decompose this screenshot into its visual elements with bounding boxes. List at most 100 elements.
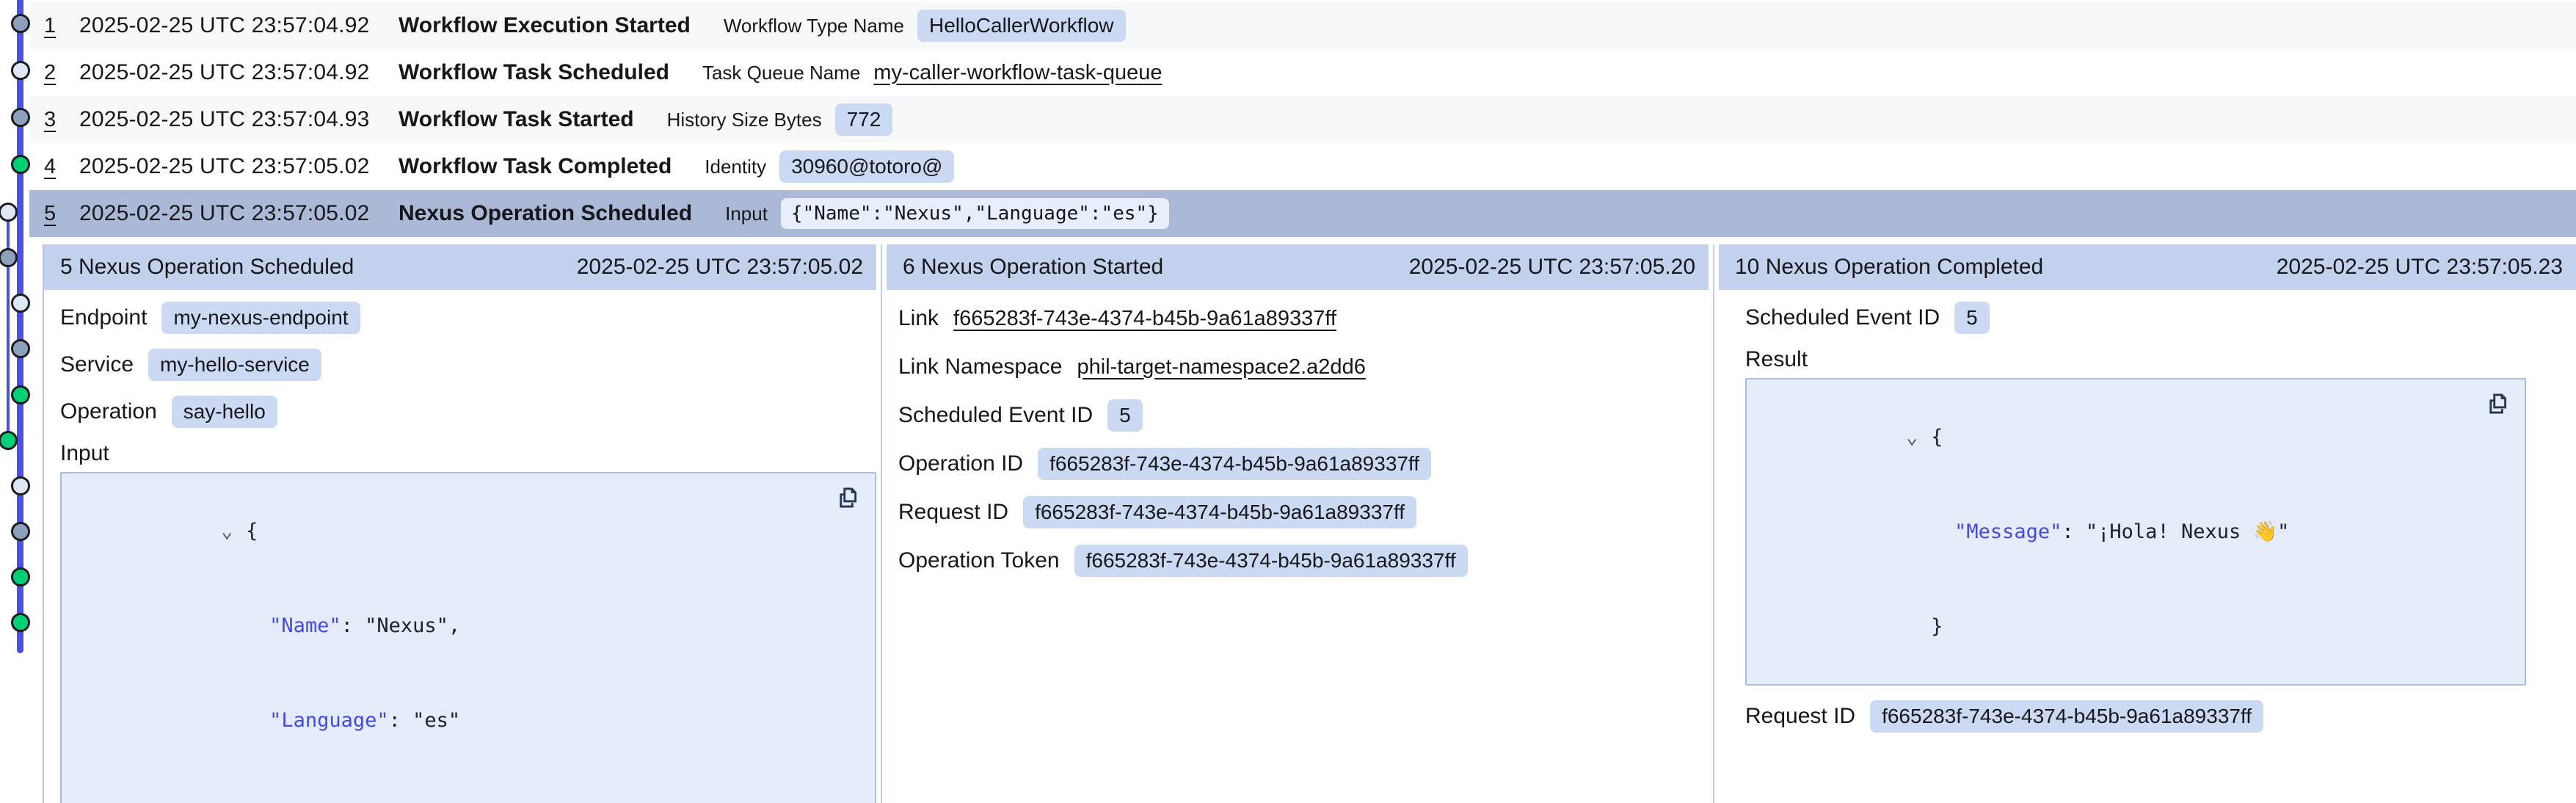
json-value: "Nexus", [365,614,460,637]
panel-nexus-operation-started: 6 Nexus Operation Started 2025-02-25 UTC… [887,244,1709,803]
field-label: Operation [60,399,157,424]
event-id-link[interactable]: 1 [44,14,79,38]
panel-title: 10 Nexus Operation Completed [1735,255,2043,280]
timeline-main-line [17,0,23,653]
event-name: Workflow Execution Started [399,13,691,38]
chevron-down-icon[interactable]: ⌄ [1906,421,1931,453]
operation-badge: say-hello [172,396,277,428]
scheduled-event-id-badge: 5 [1107,399,1143,432]
panel-title: 5 Nexus Operation Scheduled [60,255,354,280]
workflow-type-badge: HelloCallerWorkflow [917,10,1126,42]
task-queue-link[interactable]: my-caller-workflow-task-queue [873,61,1162,85]
json-value: "¡Hola! Nexus 👋" [2086,520,2289,543]
event-name: Nexus Operation Scheduled [399,201,692,226]
panel-divider [1713,244,1714,803]
event-timestamp: 2025-02-25 UTC 23:57:04.93 [79,107,399,132]
field-label: Operation Token [898,548,1060,573]
field-label: Request ID [898,500,1008,525]
field-label: Service [60,352,134,377]
field-service: Service my-hello-service [60,341,876,388]
timeline-dot-event-7[interactable] [11,294,30,313]
panel-timestamp: 2025-02-25 UTC 23:57:05.02 [577,255,863,280]
event-timestamp: 2025-02-25 UTC 23:57:04.92 [79,60,399,85]
event-detail-label: History Size Bytes [667,109,822,131]
field-link-namespace: Link Namespace phil-target-namespace2.a2… [898,343,1709,391]
copy-icon[interactable] [2485,391,2510,416]
input-section-label: Input [60,435,876,472]
timeline-dot-event-5[interactable] [0,203,18,222]
history-size-badge: 772 [835,103,893,136]
event-detail-label: Input [725,203,768,225]
chevron-down-icon[interactable]: ⌄ [221,515,246,547]
timeline-dot-event-4[interactable] [11,155,30,174]
panel-body: Link f665283f-743e-4374-b45b-9a61a89337f… [887,290,1709,585]
timeline-nexus-branch-line [7,212,10,440]
field-request-id: Request ID f665283f-743e-4374-b45b-9a61a… [1745,693,2576,740]
timeline-dot-event-9[interactable] [11,385,30,404]
timeline-dot-event-10[interactable] [0,431,18,450]
json-value: "es" [412,709,460,732]
field-label: Endpoint [60,305,147,330]
timeline-dot-event-14[interactable] [11,613,30,632]
request-id-badge: f665283f-743e-4374-b45b-9a61a89337ff [1023,496,1416,528]
event-name: Workflow Task Started [399,107,634,132]
copy-icon[interactable] [835,485,860,510]
result-section-label: Result [1745,341,2576,378]
event-timestamp: 2025-02-25 UTC 23:57:05.02 [79,154,399,179]
event-row-2[interactable]: 2 2025-02-25 UTC 23:57:04.92 Workflow Ta… [29,49,2576,96]
link-namespace-link[interactable]: phil-target-namespace2.a2dd6 [1077,355,1365,379]
panel-body: Scheduled Event ID 5 Result ⌄{ [1719,290,2576,740]
event-row-3[interactable]: 3 2025-02-25 UTC 23:57:04.93 Workflow Ta… [29,96,2576,143]
timeline-dot-event-13[interactable] [11,567,30,586]
event-timestamp: 2025-02-25 UTC 23:57:04.92 [79,13,399,38]
field-endpoint: Endpoint my-nexus-endpoint [60,294,876,341]
panel-nexus-operation-completed: 10 Nexus Operation Completed 2025-02-25 … [1719,244,2576,803]
panel-header: 6 Nexus Operation Started 2025-02-25 UTC… [887,244,1709,290]
panel-timestamp: 2025-02-25 UTC 23:57:05.20 [1409,255,1695,280]
field-label: Operation ID [898,451,1023,476]
timeline-dot-event-6[interactable] [0,248,18,267]
panel-nexus-operation-scheduled: 5 Nexus Operation Scheduled 2025-02-25 U… [44,244,876,803]
event-row-4[interactable]: 4 2025-02-25 UTC 23:57:05.02 Workflow Ta… [29,143,2576,190]
link-value-link[interactable]: f665283f-743e-4374-b45b-9a61a89337ff [953,307,1336,331]
timeline-dot-event-11[interactable] [11,476,30,495]
event-detail-label: Task Queue Name [702,62,860,84]
event-id-link[interactable]: 5 [44,202,79,226]
field-label: Scheduled Event ID [1745,305,1940,330]
event-id-link[interactable]: 4 [44,155,79,179]
event-row-1[interactable]: 1 2025-02-25 UTC 23:57:04.92 Workflow Ex… [29,2,2576,49]
timeline-dot-event-2[interactable] [11,61,30,80]
input-json-viewer: ⌄{ "Name": "Nexus", "Language": "es" } [60,472,876,803]
field-operation-id: Operation ID f665283f-743e-4374-b45b-9a6… [898,440,1709,488]
timeline-dot-event-1[interactable] [11,14,30,33]
request-id-badge: f665283f-743e-4374-b45b-9a61a89337ff [1870,700,2263,733]
field-scheduled-event-id: Scheduled Event ID 5 [898,391,1709,440]
event-row-5-selected[interactable]: 5 2025-02-25 UTC 23:57:05.02 Nexus Opera… [29,190,2576,237]
result-json-viewer: ⌄{ "Message": "¡Hola! Nexus 👋" } [1745,378,2526,686]
field-label: Link [898,306,939,331]
json-key: "Name" [269,614,341,637]
panel-title: 6 Nexus Operation Started [903,255,1163,280]
panel-timestamp: 2025-02-25 UTC 23:57:05.23 [2277,255,2563,280]
event-name: Workflow Task Completed [399,154,672,179]
endpoint-badge: my-nexus-endpoint [161,302,360,334]
field-label: Scheduled Event ID [898,403,1093,428]
field-label: Link Namespace [898,355,1062,379]
event-detail-label: Identity [705,156,766,178]
timeline-dot-event-3[interactable] [11,108,30,127]
event-id-link[interactable]: 3 [44,108,79,132]
event-timestamp: 2025-02-25 UTC 23:57:05.02 [79,201,399,226]
identity-badge: 30960@totoro@ [779,150,954,183]
operation-token-badge: f665283f-743e-4374-b45b-9a61a89337ff [1074,545,1468,577]
panel-body: Endpoint my-nexus-endpoint Service my-he… [44,290,876,803]
operation-id-badge: f665283f-743e-4374-b45b-9a61a89337ff [1038,448,1431,480]
workflow-event-history: 1 2025-02-25 UTC 23:57:04.92 Workflow Ex… [0,0,2576,803]
event-rows: 1 2025-02-25 UTC 23:57:04.92 Workflow Ex… [29,2,2576,237]
timeline-dot-event-8[interactable] [11,339,30,358]
json-brace: } [1931,615,1943,638]
service-badge: my-hello-service [148,349,321,381]
event-id-link[interactable]: 2 [44,61,79,85]
timeline-dot-event-12[interactable] [11,522,30,541]
event-detail-label: Workflow Type Name [724,15,904,37]
scheduled-event-id-badge: 5 [1954,302,1990,334]
